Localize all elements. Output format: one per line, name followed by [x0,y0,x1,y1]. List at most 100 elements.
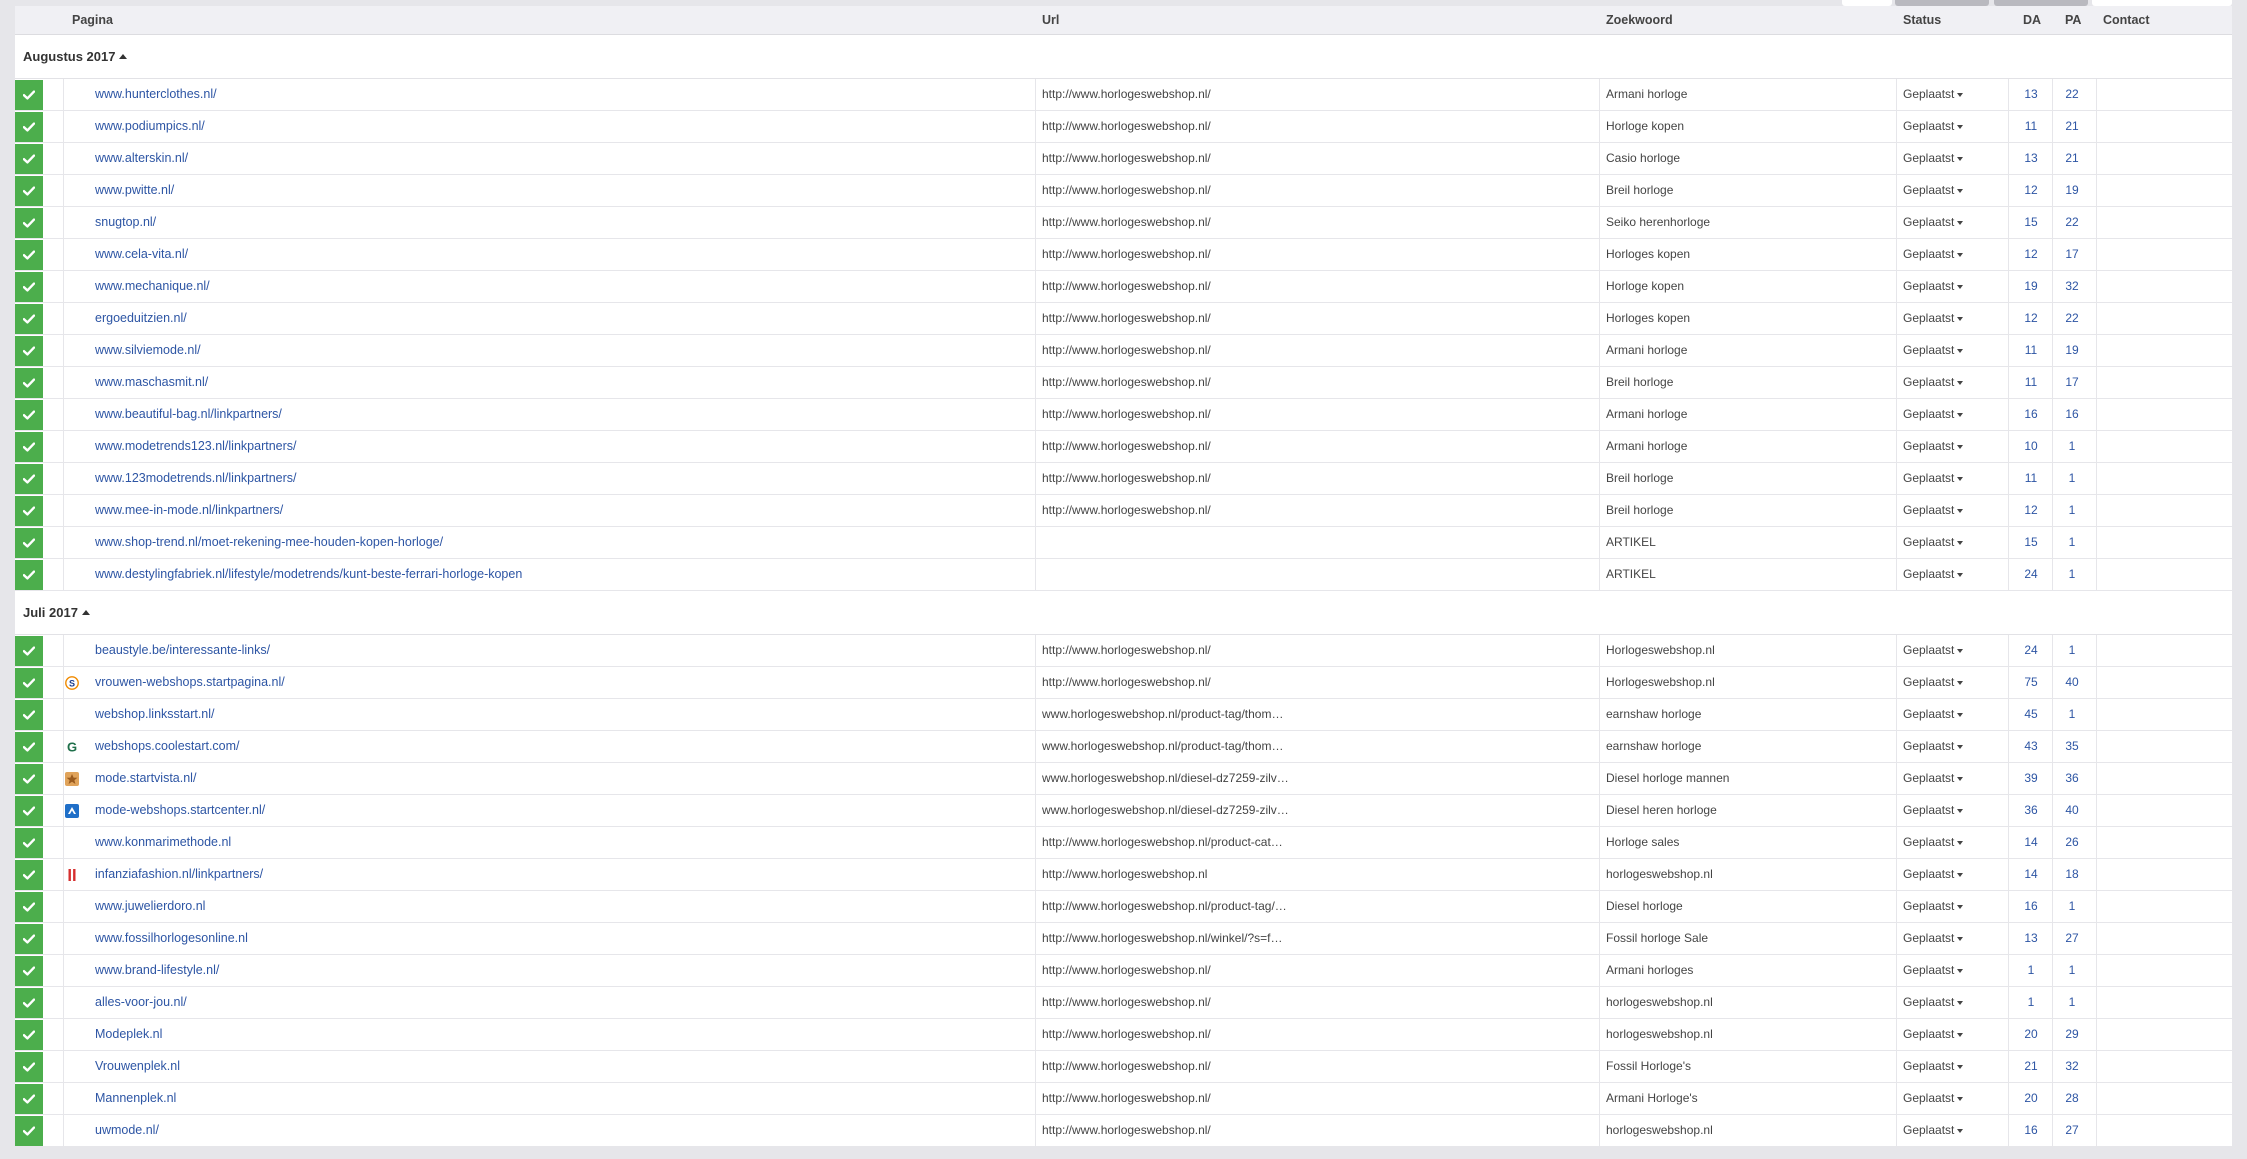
table-row[interactable]: infanziafashion.nl/linkpartners/http://w… [15,859,2232,891]
collapse-caret-icon[interactable] [119,54,128,60]
dropdown-caret-icon[interactable] [1957,348,1964,353]
page-link[interactable]: vrouwen-webshops.startpagina.nl/ [95,675,285,689]
checkmark-icon[interactable] [15,1020,43,1050]
dropdown-caret-icon[interactable] [1957,1032,1964,1037]
checkmark-icon[interactable] [15,700,43,730]
status-dropdown[interactable]: Geplaatst [1903,79,1993,110]
status-dropdown[interactable]: Geplaatst [1903,987,1993,1018]
table-row[interactable]: alles-voor-jou.nl/http://www.horlogesweb… [15,987,2232,1019]
page-link[interactable]: Mannenplek.nl [95,1091,176,1105]
page-link[interactable]: www.shop-trend.nl/moet-rekening-mee-houd… [95,535,443,549]
status-dropdown[interactable]: Geplaatst [1903,1083,1993,1114]
status-dropdown[interactable]: Geplaatst [1903,111,1993,142]
table-row[interactable]: www.hunterclothes.nl/http://www.horloges… [15,79,2232,111]
checkmark-icon[interactable] [15,892,43,922]
checkmark-icon[interactable] [15,1052,43,1082]
checkmark-icon[interactable] [15,240,43,270]
checkmark-icon[interactable] [15,668,43,698]
table-row[interactable]: Vrouwenplek.nl http://www.horlogeswebshop… [15,1051,2232,1083]
table-row[interactable]: www.shop-trend.nl/moet-rekening-mee-houd… [15,527,2232,559]
table-row[interactable]: www.modetrends123.nl/linkpartners/http:/… [15,431,2232,463]
checkmark-icon[interactable] [15,1116,43,1146]
table-row[interactable]: Modeplek.nl http://www.horlogeswebshop.nl… [15,1019,2232,1051]
status-dropdown[interactable]: Geplaatst [1903,431,1993,462]
dropdown-caret-icon[interactable] [1957,380,1964,385]
table-row[interactable]: www.beautiful-bag.nl/linkpartners/http:/… [15,399,2232,431]
page-link[interactable]: infanziafashion.nl/linkpartners/ [95,867,263,881]
collapse-caret-icon[interactable] [81,610,90,616]
status-dropdown[interactable]: Geplaatst [1903,795,1993,826]
checkmark-icon[interactable] [15,400,43,430]
checkmark-icon[interactable] [15,828,43,858]
status-dropdown[interactable]: Geplaatst [1903,175,1993,206]
table-row[interactable]: www.destylingfabriek.nl/lifestyle/modetr… [15,559,2232,591]
dropdown-caret-icon[interactable] [1957,540,1964,545]
table-row[interactable]: www.123modetrends.nl/linkpartners/http:/… [15,463,2232,495]
status-dropdown[interactable]: Geplaatst [1903,303,1993,334]
column-header-page[interactable]: Pagina [72,6,113,34]
table-row[interactable]: webshop.linksstart.nl/www.horlogeswebsho… [15,699,2232,731]
checkmark-icon[interactable] [15,368,43,398]
checkmark-icon[interactable] [15,924,43,954]
table-row[interactable]: www.brand-lifestyle.nl/http://www.horlog… [15,955,2232,987]
checkmark-icon[interactable] [15,956,43,986]
checkmark-icon[interactable] [15,464,43,494]
page-link[interactable]: www.destylingfabriek.nl/lifestyle/modetr… [95,567,522,581]
status-dropdown[interactable]: Geplaatst [1903,1051,1993,1082]
table-row[interactable]: www.fossilhorlogesonline.nl http://www.ho… [15,923,2232,955]
page-link[interactable]: Modeplek.nl [95,1027,162,1041]
page-link[interactable]: mode.startvista.nl/ [95,771,196,785]
dropdown-caret-icon[interactable] [1957,252,1964,257]
dropdown-caret-icon[interactable] [1957,712,1964,717]
checkmark-icon[interactable] [15,304,43,334]
table-row[interactable]: www.juwelierdoro.nl http://www.horlogeswe… [15,891,2232,923]
column-header-contact[interactable]: Contact [2103,6,2150,34]
page-link[interactable]: www.silviemode.nl/ [95,343,201,357]
page-link[interactable]: snugtop.nl/ [95,215,156,229]
month-group-label[interactable]: Augustus 2017 [23,49,128,64]
dropdown-caret-icon[interactable] [1957,648,1964,653]
status-dropdown[interactable]: Geplaatst [1903,399,1993,430]
dropdown-caret-icon[interactable] [1957,124,1964,129]
table-row[interactable]: ergoeduitzien.nl/http://www.horlogeswebs… [15,303,2232,335]
dropdown-caret-icon[interactable] [1957,444,1964,449]
month-group-label[interactable]: Juli 2017 [23,605,90,620]
dropdown-caret-icon[interactable] [1957,904,1964,909]
column-header-keyword[interactable]: Zoekwoord [1606,6,1673,34]
status-dropdown[interactable]: Geplaatst [1903,495,1993,526]
dropdown-caret-icon[interactable] [1957,776,1964,781]
dropdown-caret-icon[interactable] [1957,220,1964,225]
status-dropdown[interactable]: Geplaatst [1903,923,1993,954]
table-row[interactable]: Gwebshops.coolestart.com/www.horlogesweb… [15,731,2232,763]
page-link[interactable]: uwmode.nl/ [95,1123,159,1137]
column-header-url[interactable]: Url [1042,6,1059,34]
status-dropdown[interactable]: Geplaatst [1903,271,1993,302]
table-row[interactable]: www.alterskin.nl/http://www.horlogeswebs… [15,143,2232,175]
page-link[interactable]: Vrouwenplek.nl [95,1059,180,1073]
table-row[interactable]: mode.startvista.nl/www.horlogeswebshop.n… [15,763,2232,795]
table-row[interactable]: mode-webshops.startcenter.nl/www.horloge… [15,795,2232,827]
page-link[interactable]: beaustyle.be/interessante-links/ [95,643,270,657]
dropdown-caret-icon[interactable] [1957,1096,1964,1101]
page-link[interactable]: www.mee-in-mode.nl/linkpartners/ [95,503,283,517]
page-link[interactable]: www.konmarimethode.nl [95,835,231,849]
checkmark-icon[interactable] [15,560,43,590]
page-link[interactable]: www.cela-vita.nl/ [95,247,188,261]
checkmark-icon[interactable] [15,860,43,890]
dropdown-caret-icon[interactable] [1957,316,1964,321]
table-row[interactable]: Svrouwen-webshops.startpagina.nl/http://… [15,667,2232,699]
table-row[interactable]: www.mee-in-mode.nl/linkpartners/http://w… [15,495,2232,527]
dropdown-caret-icon[interactable] [1957,680,1964,685]
page-link[interactable]: www.hunterclothes.nl/ [95,87,217,101]
checkmark-icon[interactable] [15,208,43,238]
page-link[interactable]: www.brand-lifestyle.nl/ [95,963,219,977]
checkmark-icon[interactable] [15,336,43,366]
status-dropdown[interactable]: Geplaatst [1903,143,1993,174]
page-link[interactable]: www.123modetrends.nl/linkpartners/ [95,471,297,485]
table-row[interactable]: www.silviemode.nl/http://www.horlogesweb… [15,335,2232,367]
column-header-da[interactable]: DA [2023,6,2041,34]
status-dropdown[interactable]: Geplaatst [1903,463,1993,494]
table-row[interactable]: www.konmarimethode.nl http://www.horloges… [15,827,2232,859]
checkmark-icon[interactable] [15,764,43,794]
checkmark-icon[interactable] [15,144,43,174]
